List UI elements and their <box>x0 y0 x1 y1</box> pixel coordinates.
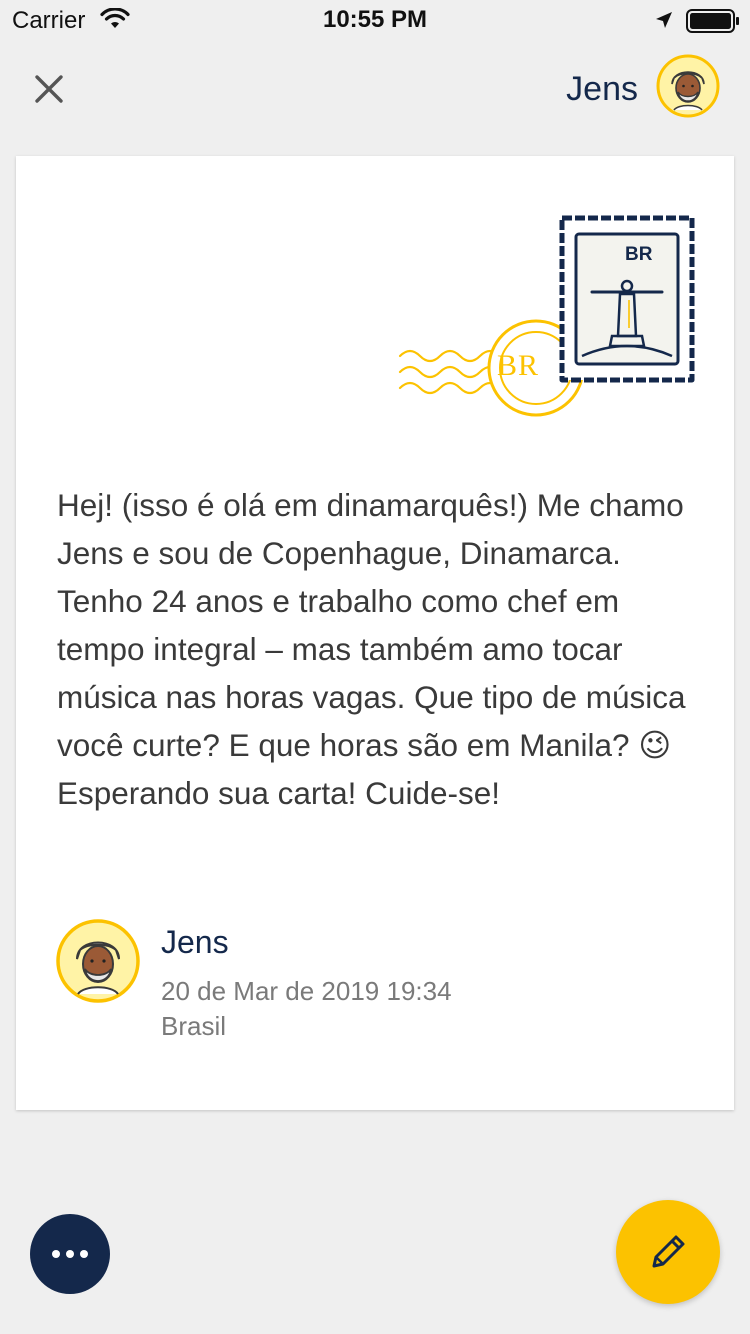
battery-icon <box>686 9 739 33</box>
letter-card: BR BR Hej! (isso é olá em dinamarquês!) … <box>16 156 734 1110</box>
more-options-button[interactable] <box>30 1214 110 1294</box>
location-arrow-icon <box>656 12 672 28</box>
close-icon <box>35 75 63 103</box>
pencil-icon <box>652 1235 685 1268</box>
postage-stamp <box>559 215 695 383</box>
author-country: Brasil <box>161 1011 227 1041</box>
status-bar: Carrier 10:55 PM <box>0 0 750 40</box>
write-reply-button[interactable] <box>616 1200 720 1304</box>
stamp-country-code: BR <box>625 244 653 265</box>
close-button[interactable] <box>28 68 70 110</box>
author-name: Jens <box>161 924 229 960</box>
stamp-postmark-illustration <box>398 215 695 417</box>
letter-date: 20 de Mar de 2019 19:34 <box>161 976 452 1006</box>
author-avatar[interactable] <box>56 919 140 1003</box>
letter-screen: Carrier 10:55 PM Jens BR BR Hej! (isso é… <box>0 0 750 1334</box>
correspondent-avatar[interactable] <box>656 54 720 118</box>
correspondent-name[interactable]: Jens <box>566 70 638 109</box>
letter-body-text: Hej! (isso é olá em dinamarquês!) Me cha… <box>57 487 686 811</box>
more-icon <box>52 1250 88 1258</box>
postmark-wave-lines <box>398 349 502 395</box>
clock: 10:55 PM <box>322 6 428 33</box>
postmark-code: BR <box>497 349 540 382</box>
